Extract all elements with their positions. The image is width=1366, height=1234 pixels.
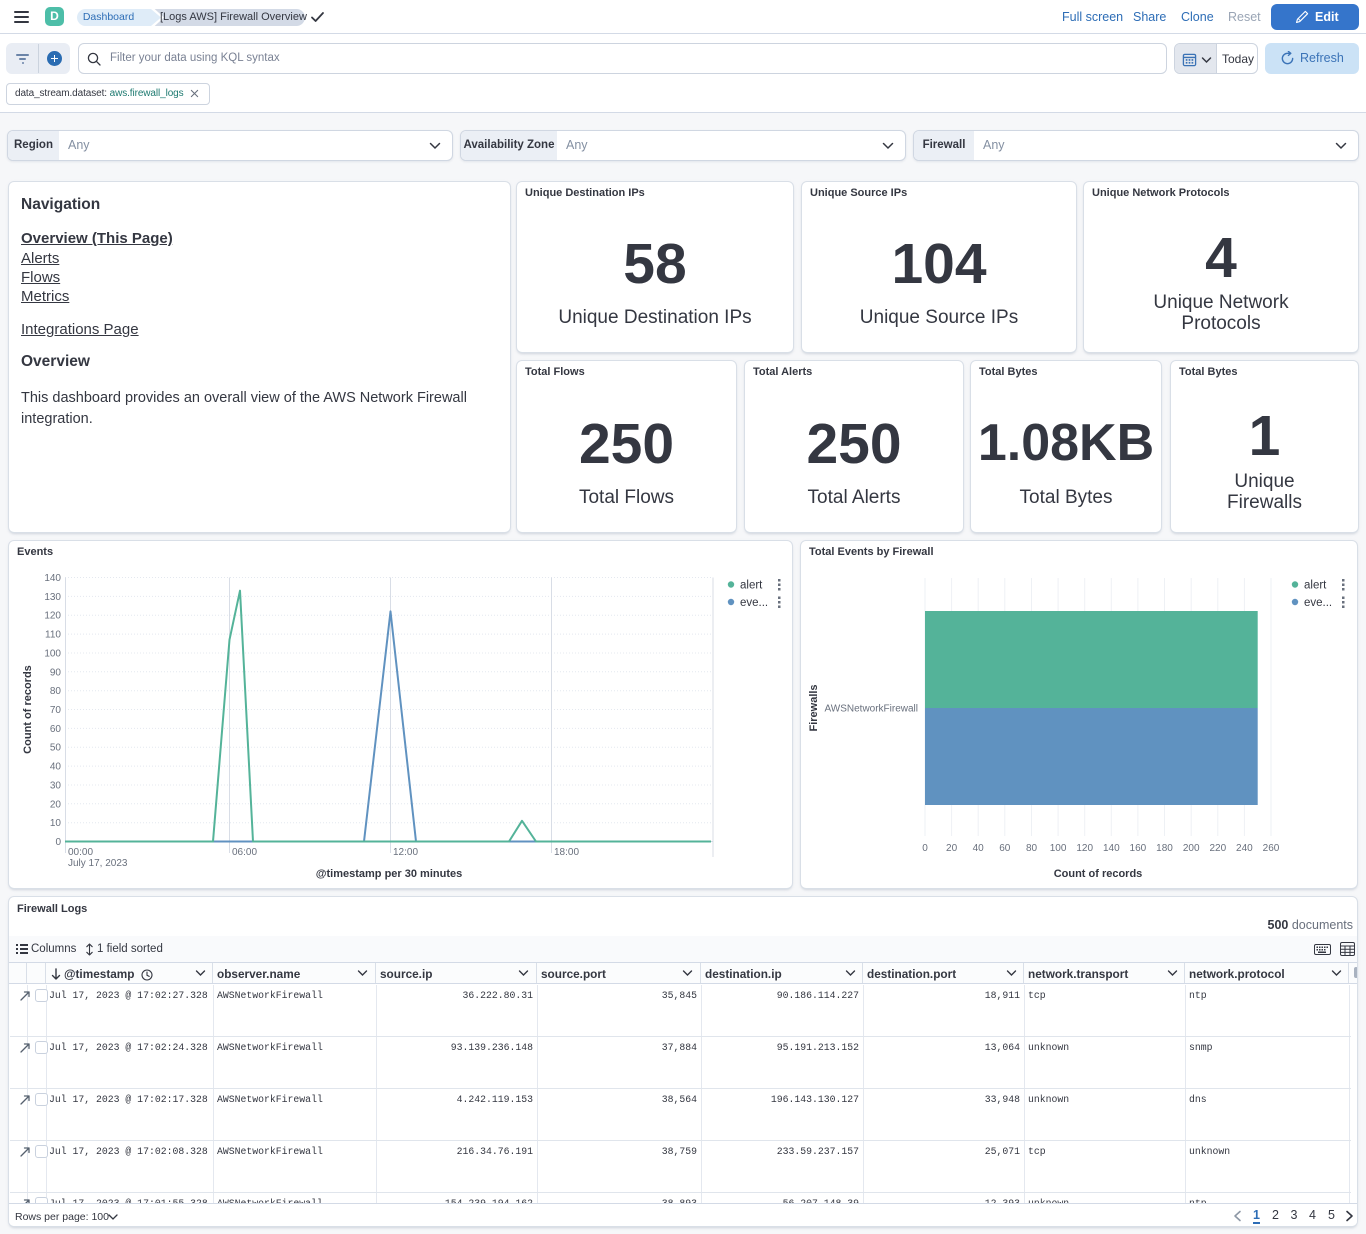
svg-text:06:00: 06:00 xyxy=(232,847,257,858)
svg-text:90: 90 xyxy=(50,667,62,678)
svg-text:20: 20 xyxy=(50,799,62,810)
svg-text:70: 70 xyxy=(50,705,62,716)
svg-text:0: 0 xyxy=(922,843,928,854)
svg-text:120: 120 xyxy=(44,611,61,622)
svg-text:60: 60 xyxy=(50,724,62,735)
svg-text:Count of records: Count of records xyxy=(1054,868,1143,880)
svg-text:50: 50 xyxy=(50,743,62,754)
svg-text:160: 160 xyxy=(1130,843,1147,854)
svg-text:80: 80 xyxy=(50,686,62,697)
svg-text:18:00: 18:00 xyxy=(554,847,579,858)
svg-text:@timestamp per 30 minutes: @timestamp per 30 minutes xyxy=(316,868,462,880)
svg-text:eve...: eve... xyxy=(1304,597,1332,609)
svg-text:10: 10 xyxy=(50,818,62,829)
svg-text:80: 80 xyxy=(1026,843,1038,854)
svg-text:0: 0 xyxy=(55,837,61,848)
svg-text:Firewalls: Firewalls xyxy=(808,684,820,731)
svg-text:130: 130 xyxy=(44,592,61,603)
svg-text:260: 260 xyxy=(1263,843,1280,854)
svg-text:220: 220 xyxy=(1209,843,1226,854)
svg-text:alert: alert xyxy=(740,580,763,592)
svg-text:60: 60 xyxy=(999,843,1011,854)
svg-text:40: 40 xyxy=(50,762,62,773)
svg-text:12:00: 12:00 xyxy=(393,847,418,858)
svg-text:120: 120 xyxy=(1076,843,1093,854)
svg-text:240: 240 xyxy=(1236,843,1253,854)
svg-text:110: 110 xyxy=(45,630,61,641)
svg-text:20: 20 xyxy=(946,843,958,854)
svg-text:200: 200 xyxy=(1183,843,1200,854)
svg-text:30: 30 xyxy=(50,781,62,792)
svg-text:00:00: 00:00 xyxy=(68,847,93,858)
svg-text:Count of records: Count of records xyxy=(22,665,34,754)
svg-text:180: 180 xyxy=(1156,843,1173,854)
svg-text:40: 40 xyxy=(973,843,985,854)
svg-text:alert: alert xyxy=(1304,580,1327,592)
svg-text:July 17, 2023: July 17, 2023 xyxy=(68,858,128,869)
svg-text:100: 100 xyxy=(44,649,61,660)
svg-text:100: 100 xyxy=(1050,843,1067,854)
svg-text:eve...: eve... xyxy=(740,597,768,609)
svg-text:140: 140 xyxy=(44,573,61,584)
svg-text:AWSNetworkFirewall: AWSNetworkFirewall xyxy=(824,704,918,715)
svg-text:140: 140 xyxy=(1103,843,1120,854)
